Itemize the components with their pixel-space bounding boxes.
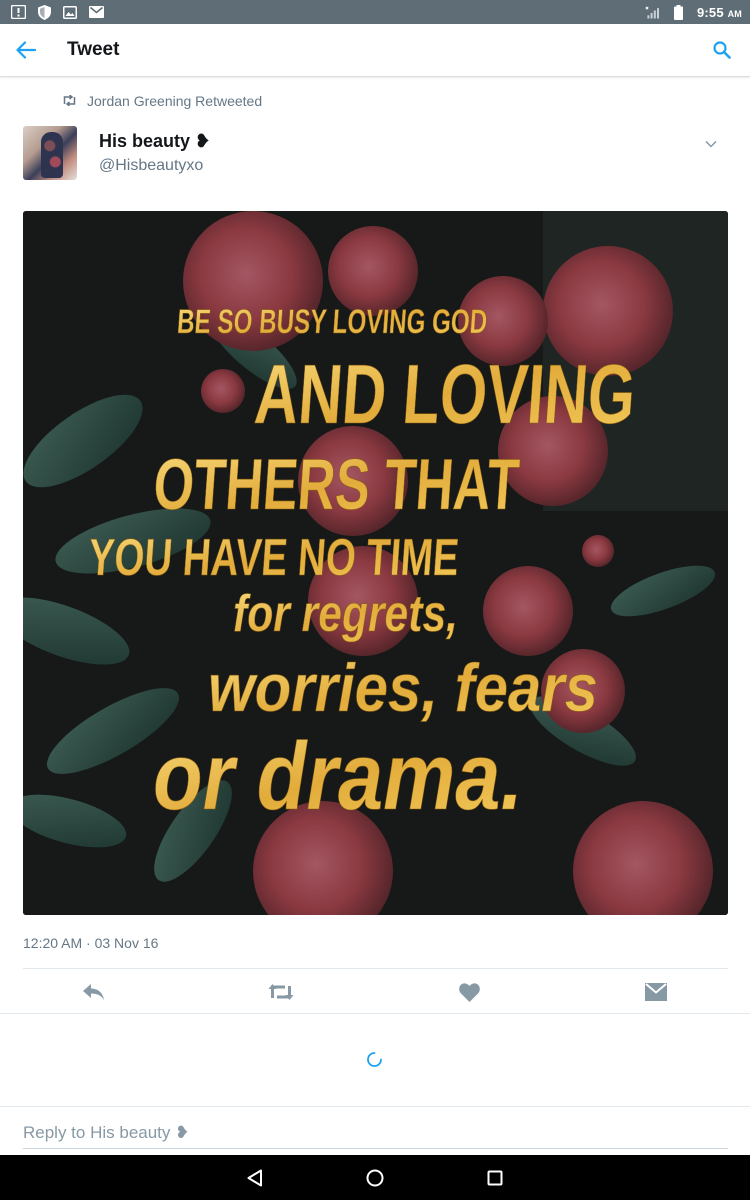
reply-input[interactable] [23,1117,728,1149]
shield-icon [36,4,52,20]
retweeted-by-label: Jordan Greening Retweeted [87,93,263,109]
back-triangle-icon[interactable] [244,1167,266,1189]
no-signal-icon [645,4,661,20]
like-icon[interactable] [456,980,482,1004]
action-bar [0,970,750,1014]
author-handle[interactable]: @Hisbeautyxo [99,157,203,175]
author-name[interactable]: His beauty ❥ [99,131,210,152]
loading-spinner-icon [366,1051,383,1068]
status-time-value: 9:55 [696,4,724,20]
avatar-figure [41,132,63,178]
page-title: Tweet [67,39,120,60]
quote-line-3: OTHERS THAT [151,445,522,525]
status-bar-left [10,4,104,20]
retweet-icon[interactable] [268,980,294,1004]
quote-line-6: worries, fears [208,650,598,726]
system-nav-bar [0,1155,750,1200]
quote-line-2: AND LOVING [252,347,639,441]
back-arrow-icon[interactable] [14,38,38,62]
alert-icon [10,4,26,20]
reply-icon[interactable] [81,980,107,1004]
tweet-image-artwork: BE SO BUSY LOVING GOD AND LOVING OTHERS … [23,211,728,915]
divider [0,1013,750,1014]
quote-line-5: for regrets, [233,585,458,643]
app-bar: Tweet [0,24,750,77]
direct-message-icon[interactable] [643,980,669,1004]
status-time-ampm: AM [727,8,742,19]
avatar[interactable] [23,126,77,180]
battery-icon [671,4,687,20]
recents-square-icon[interactable] [484,1167,506,1189]
quote-line-4: YOU HAVE NO TIME [87,529,461,587]
retweet-small-icon [62,93,77,109]
status-time: 9:55 AM [697,5,742,20]
gmail-icon [88,4,104,20]
divider [23,968,728,969]
chevron-down-icon[interactable] [702,135,720,153]
home-circle-icon[interactable] [364,1167,386,1189]
status-bar-right: 9:55 AM [645,4,742,20]
divider [0,1106,750,1107]
quote-line-1: BE SO BUSY LOVING GOD [176,303,489,341]
status-bar: 9:55 AM [0,0,750,24]
image-icon [62,4,78,20]
quote-line-7: or drama. [153,723,523,830]
author-name-text: His beauty ❥ [99,131,211,151]
tweet-image[interactable]: BE SO BUSY LOVING GOD AND LOVING OTHERS … [23,211,728,915]
tweet-timestamp: 12:20 AM · 03 Nov 16 [23,935,159,951]
retweet-context[interactable]: Jordan Greening Retweeted [62,93,262,109]
search-icon[interactable] [710,38,734,62]
